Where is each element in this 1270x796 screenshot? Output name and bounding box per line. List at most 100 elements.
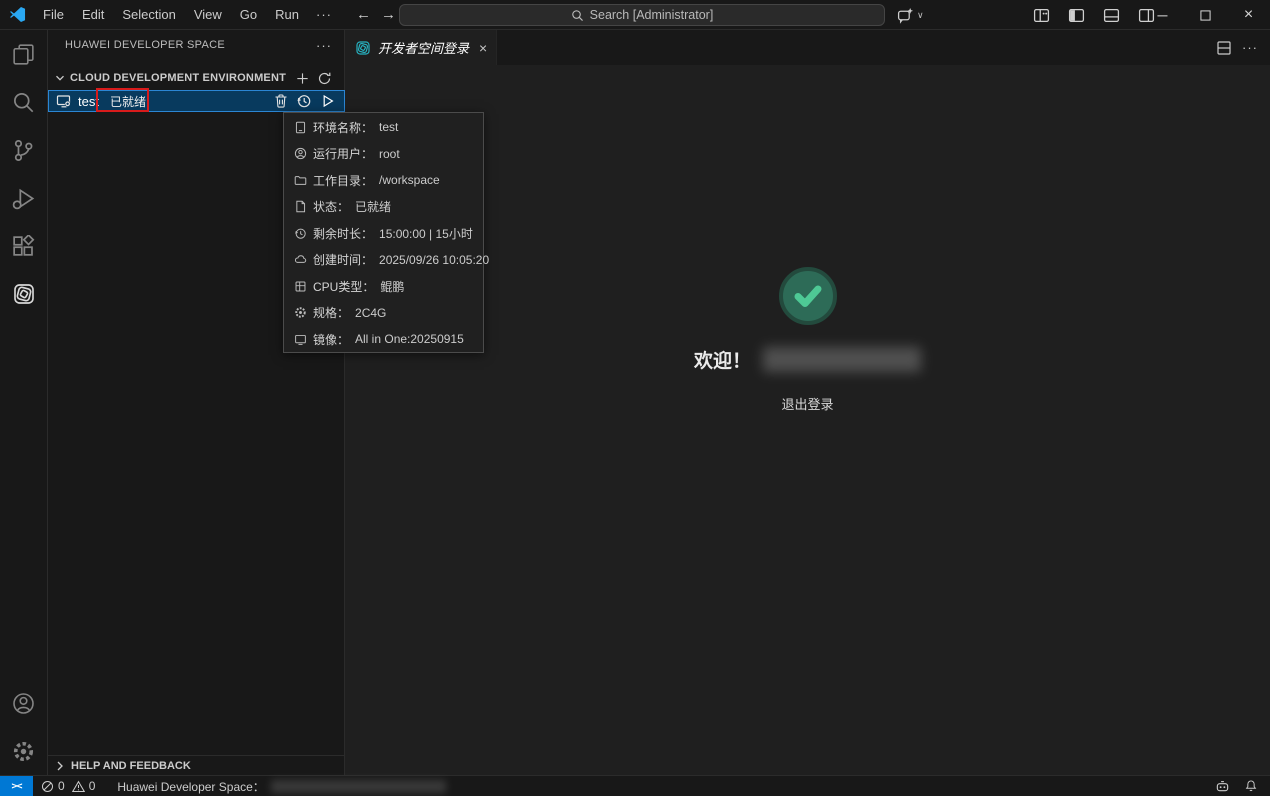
warning-icon: [72, 780, 85, 793]
chevron-down-icon: [52, 70, 68, 86]
maximize-button[interactable]: [1184, 0, 1227, 30]
chevron-down-icon: ∨: [917, 10, 924, 21]
menu-edit[interactable]: Edit: [73, 4, 113, 26]
toggle-panel-icon[interactable]: [1098, 2, 1124, 28]
tooltip-label: 创建时间：: [313, 251, 373, 268]
customize-layout-icon[interactable]: [1028, 2, 1054, 28]
settings-gear-icon[interactable]: [0, 727, 48, 775]
tooltip-value: 2025/09/26 10:05:20: [379, 253, 489, 267]
split-editor-icon[interactable]: [1216, 40, 1232, 56]
titlebar: File Edit Selection View Go Run ··· ← → …: [0, 0, 1270, 30]
help-and-feedback-section[interactable]: HELP AND FEEDBACK: [48, 755, 344, 775]
copilot-status-icon[interactable]: [1215, 779, 1230, 794]
search-placeholder: Search [Administrator]: [590, 8, 714, 22]
welcome-row: 欢迎！: [694, 346, 921, 372]
section-label: CLOUD DEVELOPMENT ENVIRONMENT: [70, 72, 290, 84]
start-environment-icon[interactable]: [318, 93, 335, 110]
tooltip-value: 已就绪: [355, 198, 391, 215]
status-icon: [294, 200, 307, 213]
tooltip-row: CPU类型： 鲲鹏: [284, 273, 483, 300]
command-center-search[interactable]: Search [Administrator]: [399, 4, 885, 26]
environment-vm-icon: [56, 93, 72, 109]
tooltip-row: 创建时间： 2025/09/26 10:05:20: [284, 247, 483, 274]
toggle-primary-sidebar-icon[interactable]: [1063, 2, 1089, 28]
minimize-button[interactable]: ─: [1141, 0, 1184, 30]
delete-environment-icon[interactable]: [272, 93, 289, 110]
tab-close-icon[interactable]: ×: [476, 40, 490, 56]
remote-indicator[interactable]: ><: [0, 776, 33, 796]
sidebar-more-actions-icon[interactable]: ···: [316, 38, 332, 53]
menu-file[interactable]: File: [34, 4, 73, 26]
forward-arrow-icon[interactable]: →: [381, 6, 396, 23]
menu-run[interactable]: Run: [266, 4, 308, 26]
vscode-window: File Edit Selection View Go Run ··· ← → …: [0, 0, 1270, 796]
tooltip-row: 状态： 已就绪: [284, 194, 483, 221]
tab-title: 开发者空间登录: [378, 38, 469, 57]
add-environment-button[interactable]: [292, 68, 312, 88]
cpu-icon: [294, 280, 307, 293]
created-icon: [294, 253, 307, 266]
huawei-status-label[interactable]: Huawei Developer Space：: [117, 778, 264, 795]
environment-tooltip: 环境名称： test 运行用户： root 工作目录： /workspace 状…: [283, 112, 484, 353]
window-controls: ─ ×: [1141, 0, 1270, 30]
tooltip-label: 环境名称：: [313, 119, 373, 136]
tab-developer-space-login[interactable]: 开发者空间登录 ×: [345, 30, 497, 65]
refresh-button[interactable]: [314, 68, 334, 88]
success-check-icon: [779, 267, 837, 325]
tab-bar: 开发者空间登录 × ···: [345, 30, 1270, 65]
problems-indicator[interactable]: 0 0: [33, 776, 103, 796]
environment-status-badge: 已就绪: [105, 92, 151, 111]
tooltip-row: 剩余时长： 15:00:00 | 15小时: [284, 220, 483, 247]
search-icon: [571, 9, 584, 22]
layout-controls: [1028, 0, 1159, 30]
warning-count: 0: [89, 779, 96, 793]
copilot-menu-button[interactable]: ∨: [893, 3, 928, 27]
spec-gear-icon: [294, 306, 307, 319]
statusbar-right: [1215, 776, 1270, 796]
tooltip-value: All in One:20250915: [355, 332, 464, 346]
sidebar-title: HUAWEI DEVELOPER SPACE: [65, 39, 316, 51]
logout-button[interactable]: 退出登录: [781, 394, 833, 413]
menu-selection[interactable]: Selection: [113, 4, 184, 26]
tooltip-label: 规格：: [313, 304, 349, 321]
huawei-developer-space-icon[interactable]: [0, 270, 48, 318]
search-view-icon[interactable]: [0, 78, 48, 126]
menu-overflow[interactable]: ···: [308, 4, 340, 26]
huawei-tab-icon: [355, 40, 371, 56]
tooltip-value: /workspace: [379, 173, 440, 187]
menu-view[interactable]: View: [185, 4, 231, 26]
image-icon: [294, 333, 307, 346]
error-count: 0: [58, 779, 65, 793]
tooltip-value: test: [379, 120, 398, 134]
editor-actions: ···: [1216, 30, 1270, 65]
error-icon: [41, 780, 54, 793]
tooltip-label: 运行用户：: [313, 145, 373, 162]
notifications-bell-icon[interactable]: [1244, 779, 1258, 793]
tree-item-actions: [272, 93, 335, 110]
sidebar-title-row: HUAWEI DEVELOPER SPACE ···: [48, 30, 344, 60]
copilot-icon: [897, 7, 914, 24]
help-label: HELP AND FEEDBACK: [71, 760, 191, 772]
redacted-username: [763, 347, 921, 372]
redacted-status-value: [271, 780, 446, 793]
editor-more-actions-icon[interactable]: ···: [1242, 40, 1258, 55]
source-control-icon[interactable]: [0, 126, 48, 174]
tooltip-label: CPU类型：: [313, 278, 374, 295]
section-cloud-development-environment[interactable]: CLOUD DEVELOPMENT ENVIRONMENT: [48, 67, 344, 89]
tooltip-row: 工作目录： /workspace: [284, 167, 483, 194]
tooltip-row: 规格： 2C4G: [284, 300, 483, 327]
back-arrow-icon[interactable]: ←: [356, 6, 371, 23]
accounts-icon[interactable]: [0, 679, 48, 727]
history-icon[interactable]: [295, 93, 312, 110]
environment-name: test: [78, 94, 99, 109]
close-button[interactable]: ×: [1227, 0, 1270, 30]
chevron-right-icon: [52, 758, 68, 774]
run-debug-icon[interactable]: [0, 174, 48, 222]
explorer-icon[interactable]: [0, 30, 48, 78]
vscode-logo-icon: [9, 6, 26, 23]
extensions-icon[interactable]: [0, 222, 48, 270]
environment-tree-item-test[interactable]: test 已就绪: [48, 90, 345, 112]
menu-go[interactable]: Go: [231, 4, 266, 26]
status-bar: >< 0 0 Huawei Developer Space：: [0, 775, 1270, 796]
tooltip-label: 剩余时长：: [313, 225, 373, 242]
